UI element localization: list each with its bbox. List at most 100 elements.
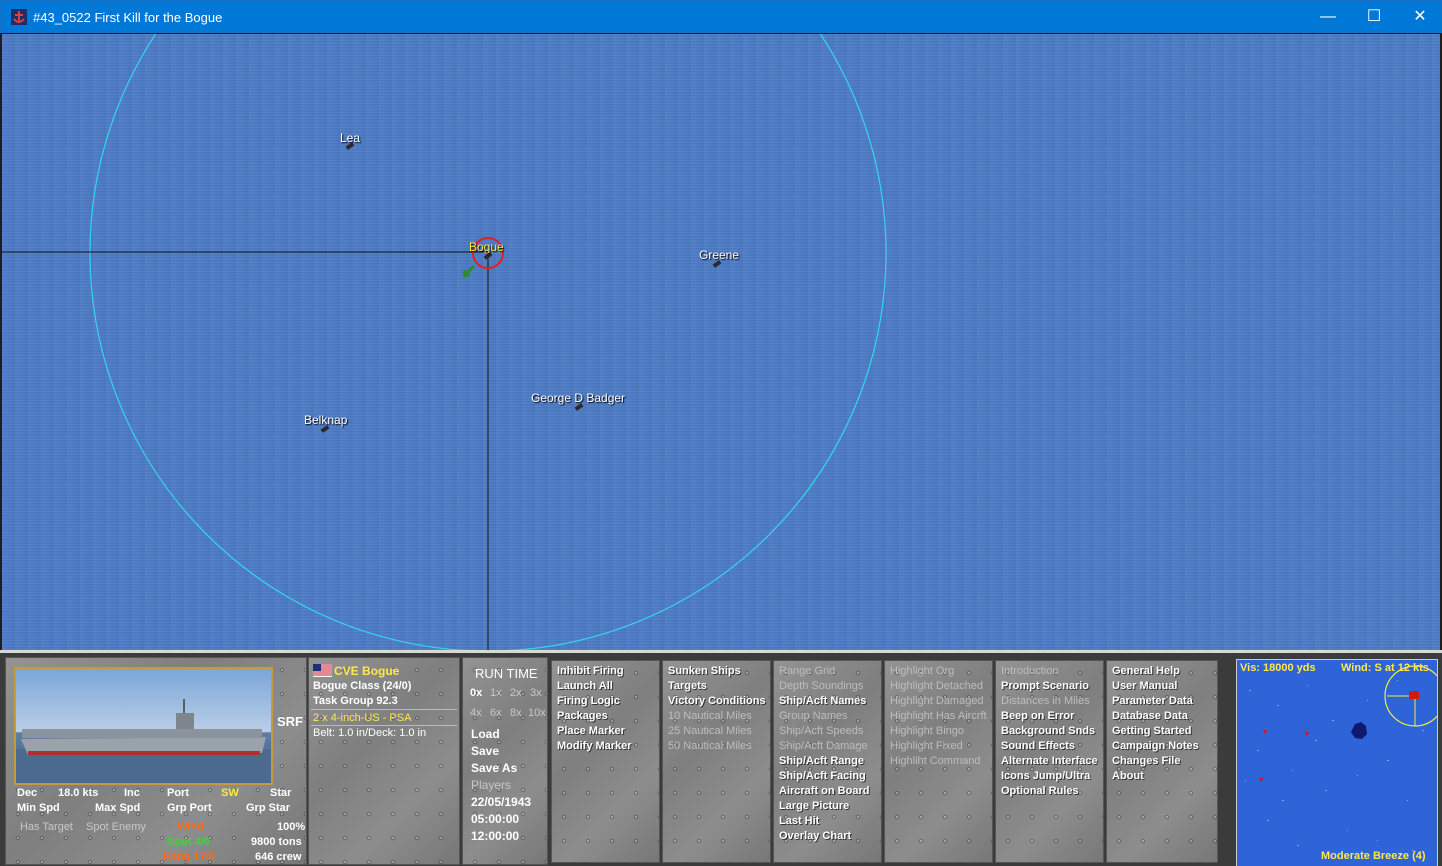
speed-8x[interactable]: 8x	[510, 707, 522, 719]
menu-victory-conditions[interactable]: Victory Conditions	[668, 695, 766, 707]
menu-last-hit[interactable]: Last Hit	[779, 815, 819, 827]
menu-prompt-scenario[interactable]: Prompt Scenario	[1001, 680, 1089, 692]
menu-changes-file[interactable]: Changes File	[1112, 755, 1180, 767]
spot-count: Spot 4/0	[167, 836, 210, 848]
overview-minimap[interactable]: Vis: 18000 yds Wind: S at 12 kts Moderat…	[1236, 659, 1438, 866]
anchor-icon	[11, 9, 27, 25]
control-panel: SRF Dec 18.0 kts Inc Port SW Star Min Sp…	[0, 650, 1442, 866]
menu-group-names[interactable]: Group Names	[779, 710, 847, 722]
group-port-button[interactable]: Grp Port	[167, 802, 212, 814]
game-date: 22/05/1943	[471, 795, 532, 809]
menu-targets[interactable]: Targets	[668, 680, 707, 692]
starboard-button[interactable]: Star	[270, 787, 291, 799]
menu-general-help[interactable]: General Help	[1112, 665, 1180, 677]
menu-aircraft-on-board[interactable]: Aircraft on Board	[779, 785, 869, 797]
menu-user-manual[interactable]: User Manual	[1112, 680, 1177, 692]
menu-firing-logic[interactable]: Firing Logic	[557, 695, 620, 707]
menu-sunken-ships[interactable]: Sunken Ships	[668, 665, 741, 677]
menu-introduction[interactable]: Introduction	[1001, 665, 1058, 677]
menu-sound-effects[interactable]: Sound Effects	[1001, 740, 1075, 752]
menu-highlight-damaged[interactable]: Highlight Damaged	[890, 695, 984, 707]
menu-icons-jump-ultra[interactable]: Icons Jump/Ultra	[1001, 770, 1090, 782]
menu-alternate-interface[interactable]: Alternate Interface	[1001, 755, 1098, 767]
condition-percent: 100%	[277, 821, 306, 833]
inc-button[interactable]: Inc	[124, 787, 140, 799]
menu-parameter-data[interactable]: Parameter Data	[1112, 695, 1193, 707]
menu-packages[interactable]: Packages	[557, 710, 608, 722]
menu-optional-rules[interactable]: Optional Rules	[1001, 785, 1079, 797]
menu-50-nautical-miles[interactable]: 50 Nautical Miles	[668, 740, 752, 752]
speed-0x[interactable]: 0x	[470, 687, 482, 699]
menu-campaign-notes[interactable]: Campaign Notes	[1112, 740, 1199, 752]
port-button[interactable]: Port	[167, 787, 189, 799]
speed-6x[interactable]: 6x	[490, 707, 502, 719]
minimize-button[interactable]: —	[1305, 1, 1351, 33]
players-button[interactable]: Players	[471, 778, 511, 792]
menu-range-grid[interactable]: Range Grid	[779, 665, 835, 677]
save-as-button[interactable]: Save As	[471, 761, 517, 775]
ship-label-lea[interactable]: Lea	[340, 131, 360, 145]
menu-ship-acft-range[interactable]: Ship/Acft Range	[779, 755, 864, 767]
end-time: 12:00:00	[471, 829, 520, 843]
speed-4x[interactable]: 4x	[470, 707, 482, 719]
speed-3x[interactable]: 3x	[530, 687, 542, 699]
ship-picture[interactable]	[14, 667, 273, 785]
menu-ship-acft-speeds[interactable]: Ship/Acft Speeds	[779, 725, 863, 737]
wind-indicator: Wind	[177, 821, 204, 833]
group-starboard-button[interactable]: Grp Star	[246, 802, 290, 814]
menu-ship-acft-names[interactable]: Ship/Acft Names	[779, 695, 866, 707]
menu-place-marker[interactable]: Place Marker	[557, 725, 625, 737]
weapon-line[interactable]: 2 x 4-inch-US - PSA	[313, 712, 411, 724]
menu-distances-in-miles[interactable]: Distances in Miles	[1001, 695, 1090, 707]
has-target-indicator: Has Target	[20, 821, 73, 833]
max-speed-button[interactable]: Max Spd	[95, 802, 140, 814]
unit-group[interactable]: Task Group 92.3	[313, 695, 398, 707]
ship-label-greene[interactable]: Greene	[699, 248, 739, 262]
menu-column-map: Sunken Ships Targets Victory Conditions …	[662, 660, 771, 863]
ship-info-box: SRF Dec 18.0 kts Inc Port SW Star Min Sp…	[5, 657, 307, 865]
menu-ship-acft-damage[interactable]: Ship/Acft Damage	[779, 740, 868, 752]
dec-button[interactable]: Dec	[17, 787, 37, 799]
menu-highlight-command[interactable]: Highliht Command	[890, 755, 980, 767]
menu-ship-acft-facing[interactable]: Ship/Acft Facing	[779, 770, 866, 782]
menu-highlight-org[interactable]: Highlight Org	[890, 665, 954, 677]
unit-name[interactable]: CVE Bogue	[334, 664, 399, 678]
maximize-button[interactable]: ☐	[1351, 1, 1397, 33]
menu-beep-on-error[interactable]: Beep on Error	[1001, 710, 1074, 722]
speed-2x[interactable]: 2x	[510, 687, 522, 699]
time-box: RUN TIME 0x 1x 2x 3x 4x 6x 8x 10x Load S…	[462, 657, 548, 865]
menu-highlight-detached[interactable]: Highlight Detached	[890, 680, 983, 692]
menu-getting-started[interactable]: Getting Started	[1112, 725, 1191, 737]
min-speed-button[interactable]: Min Spd	[17, 802, 60, 814]
menu-large-picture[interactable]: Large Picture	[779, 800, 849, 812]
close-button[interactable]: ✕	[1397, 1, 1442, 33]
menu-background-sounds[interactable]: Background Snds	[1001, 725, 1095, 737]
ship-label-george-d-badger[interactable]: George D Badger	[531, 391, 625, 405]
load-button[interactable]: Load	[471, 727, 500, 741]
menu-25-nautical-miles[interactable]: 25 Nautical Miles	[668, 725, 752, 737]
carrier-image	[16, 699, 271, 783]
ship-label-bogue[interactable]: Bogue	[469, 240, 504, 254]
tactical-map[interactable]: Lea Bogue Greene George D Badger Belknap	[2, 34, 1440, 650]
srf-indicator[interactable]: SRF	[277, 714, 303, 729]
menu-highlight-has-aircraft[interactable]: Highlight Has Aircrft	[890, 710, 987, 722]
armor-line: Belt: 1.0 in/Deck: 1.0 in	[313, 727, 427, 739]
menu-modify-marker[interactable]: Modify Marker	[557, 740, 632, 752]
run-time-button[interactable]: RUN TIME	[475, 666, 538, 681]
unit-class: Bogue Class (24/0)	[313, 680, 412, 692]
menu-highlight-bingo[interactable]: Highlight Bingo	[890, 725, 964, 737]
menu-database-data[interactable]: Database Data	[1112, 710, 1188, 722]
menu-10-nautical-miles[interactable]: 10 Nautical Miles	[668, 710, 752, 722]
save-button[interactable]: Save	[471, 744, 499, 758]
tonnage: 9800 tons	[251, 836, 302, 848]
speed-1x[interactable]: 1x	[490, 687, 502, 699]
menu-about[interactable]: About	[1112, 770, 1144, 782]
menu-overlay-chart[interactable]: Overlay Chart	[779, 830, 851, 842]
menu-launch-all[interactable]: Launch All	[557, 680, 613, 692]
divider	[311, 725, 457, 726]
ship-label-belknap[interactable]: Belknap	[304, 413, 347, 427]
menu-highlight-fixed[interactable]: Highlight Fixed	[890, 740, 963, 752]
speed-10x[interactable]: 10x	[528, 707, 546, 719]
menu-inhibit-firing[interactable]: Inhibit Firing	[557, 665, 624, 677]
menu-depth-soundings[interactable]: Depth Soundings	[779, 680, 863, 692]
